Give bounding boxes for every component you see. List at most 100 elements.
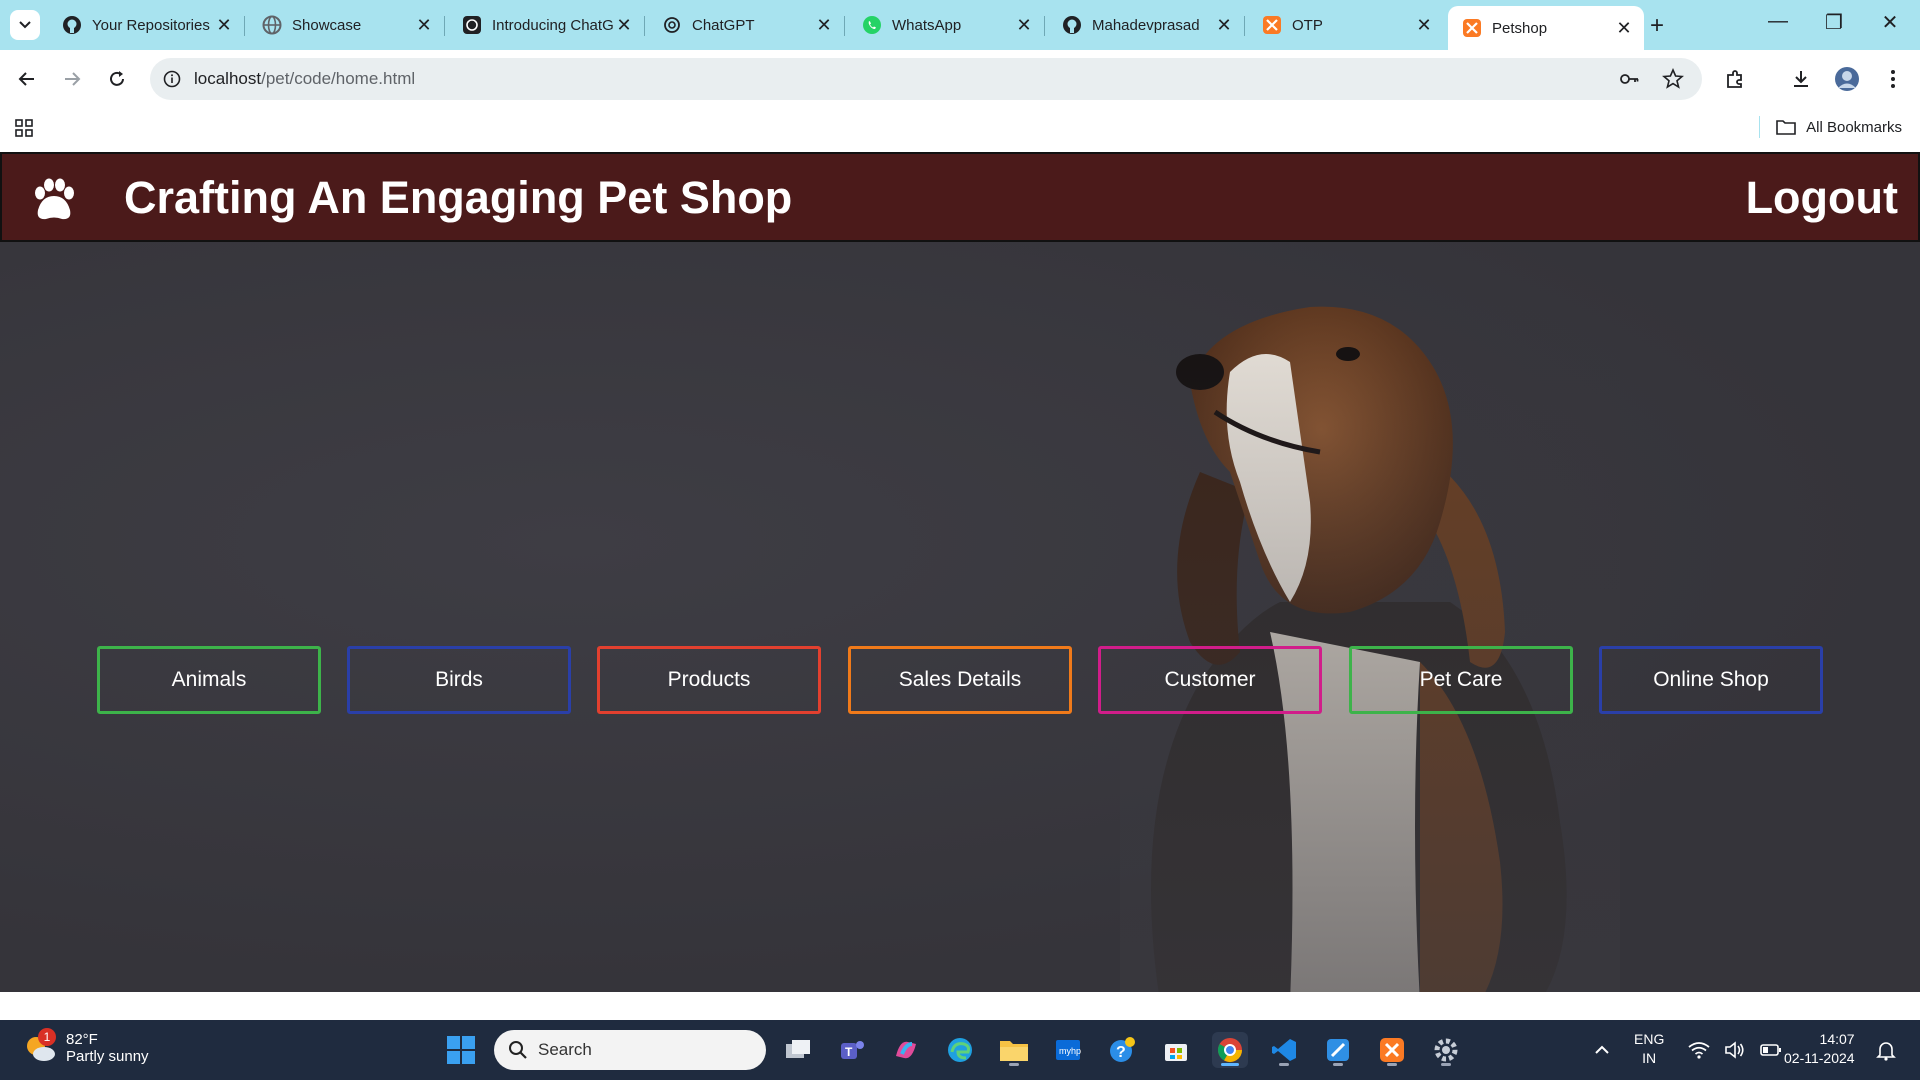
key-icon[interactable] [1618, 68, 1640, 95]
vscode-icon[interactable] [1266, 1032, 1302, 1068]
taskbar: 1 82°F Partly sunny Search T myhp ? ENG … [0, 1020, 1920, 1080]
all-bookmarks-label: All Bookmarks [1806, 118, 1902, 136]
close-icon[interactable]: ✕ [614, 15, 634, 36]
close-icon[interactable]: ✕ [1414, 15, 1434, 36]
tab-showcase[interactable]: Showcase ✕ [248, 8, 445, 42]
tab-otp[interactable]: OTP ✕ [1248, 8, 1444, 42]
quick-settings-button[interactable] [1680, 1032, 1790, 1068]
battery-icon [1760, 1044, 1781, 1056]
weather-temp: 82°F [66, 1031, 98, 1048]
minimize-button[interactable]: — [1758, 10, 1798, 33]
close-icon[interactable]: ✕ [214, 15, 234, 36]
microsoft-store-icon[interactable] [1158, 1032, 1194, 1068]
tab-introducing-chatgpt[interactable]: Introducing ChatGPT ✕ [448, 8, 645, 42]
paw-icon [35, 178, 74, 220]
chevron-up-icon [1595, 1045, 1609, 1054]
close-window-button[interactable]: ✕ [1870, 10, 1910, 35]
extensions-button[interactable] [1720, 64, 1750, 94]
logout-link[interactable]: Logout [1746, 172, 1898, 224]
language-code: ENG [1634, 1031, 1665, 1047]
taskbar-search[interactable]: Search [494, 1030, 766, 1070]
url-path: /pet/code/home.html [261, 69, 416, 88]
openai-icon [662, 15, 682, 35]
xampp-icon[interactable] [1374, 1032, 1410, 1068]
file-explorer-icon[interactable] [996, 1032, 1032, 1068]
myhp-icon[interactable]: myhp [1050, 1032, 1086, 1068]
reload-icon [110, 71, 124, 86]
all-bookmarks-button[interactable]: All Bookmarks [1776, 118, 1902, 136]
tab-chatgpt[interactable]: ChatGPT ✕ [648, 8, 845, 42]
nav-customer-button[interactable]: Customer [1098, 646, 1322, 714]
browser-menu-button[interactable] [1878, 64, 1908, 94]
close-icon[interactable]: ✕ [1214, 15, 1234, 36]
clock-date: 02-11-2024 [1784, 1050, 1855, 1066]
get-help-icon[interactable]: ? [1104, 1032, 1140, 1068]
xampp-icon [1262, 15, 1282, 35]
new-tab-button[interactable]: + [1650, 12, 1664, 40]
search-icon [509, 1041, 527, 1059]
svg-text:myhp: myhp [1059, 1046, 1081, 1056]
forward-button[interactable] [57, 64, 87, 94]
close-icon[interactable]: ✕ [1614, 18, 1634, 39]
tab-search-button[interactable] [10, 10, 40, 40]
bell-icon [1876, 1042, 1896, 1061]
tab-whatsapp[interactable]: WhatsApp ✕ [848, 8, 1045, 42]
svg-text:?: ? [1116, 1044, 1126, 1061]
nav-products-button[interactable]: Products [597, 646, 821, 714]
hero-section: Animals Birds Products Sales Details Cus… [0, 242, 1920, 992]
arrow-right-icon [65, 72, 81, 86]
restore-button[interactable]: ❐ [1814, 10, 1854, 35]
edge-icon[interactable] [942, 1032, 978, 1068]
page-viewport: Animals Birds Products Sales Details Cus… [0, 152, 1920, 992]
nav-online-shop-button[interactable]: Online Shop [1599, 646, 1823, 714]
downloads-button[interactable] [1786, 64, 1816, 94]
region-code: IN [1642, 1050, 1657, 1066]
tab-your-repositories[interactable]: Your Repositories ✕ [48, 8, 245, 42]
address-bar[interactable]: localhost/pet/code/home.html [150, 58, 1702, 100]
tab-petshop[interactable]: Petshop ✕ [1448, 6, 1644, 50]
settings-icon[interactable] [1428, 1032, 1464, 1068]
site-header: Crafting An Engaging Pet Shop Logout [0, 152, 1920, 242]
back-button[interactable] [12, 64, 42, 94]
partly-sunny-icon: 1 [22, 1028, 58, 1066]
close-icon[interactable]: ✕ [814, 15, 834, 36]
nav-pet-care-button[interactable]: Pet Care [1349, 646, 1573, 714]
paint-icon[interactable] [1320, 1032, 1356, 1068]
copilot-icon[interactable] [888, 1032, 924, 1068]
tab-mahadevprasad[interactable]: Mahadevprasad ✕ [1048, 8, 1245, 42]
nav-sales-details-button[interactable]: Sales Details [848, 646, 1072, 714]
system-clock[interactable]: 14:07 02-11-2024 [1784, 1030, 1855, 1068]
show-hidden-icons-button[interactable] [1584, 1032, 1620, 1068]
close-icon[interactable]: ✕ [414, 15, 434, 36]
apps-grid-icon[interactable] [14, 118, 34, 143]
nav-birds-button[interactable]: Birds [347, 646, 571, 714]
tab-title: OTP [1292, 16, 1323, 34]
task-view-icon[interactable] [780, 1032, 816, 1068]
info-icon[interactable] [150, 70, 194, 88]
input-language-indicator[interactable]: ENG IN [1634, 1030, 1664, 1068]
notifications-button[interactable] [1868, 1032, 1904, 1068]
teams-icon[interactable]: T [834, 1032, 870, 1068]
weather-widget[interactable]: 1 82°F Partly sunny [22, 1028, 149, 1066]
volume-icon [1725, 1041, 1744, 1059]
wifi-icon [1688, 1042, 1710, 1059]
tab-title: Your Repositories [92, 16, 210, 34]
star-icon[interactable] [1662, 67, 1684, 95]
start-button[interactable] [443, 1032, 479, 1068]
weather-desc: Partly sunny [66, 1048, 149, 1065]
chevron-down-icon [19, 21, 31, 29]
svg-text:T: T [845, 1045, 853, 1059]
nav-animals-button[interactable]: Animals [97, 646, 321, 714]
tab-title: Petshop [1492, 19, 1548, 37]
download-icon [1794, 71, 1808, 87]
tab-title: WhatsApp [892, 16, 962, 34]
github-icon [1062, 15, 1082, 35]
profile-avatar[interactable] [1832, 64, 1862, 94]
browser-toolbar: localhost/pet/code/home.html [0, 50, 1920, 108]
close-icon[interactable]: ✕ [1014, 15, 1034, 36]
arrow-left-icon [18, 72, 34, 86]
reload-button[interactable] [102, 64, 132, 94]
chrome-icon[interactable] [1212, 1032, 1248, 1068]
globe-icon [262, 15, 282, 35]
puzzle-icon [1727, 70, 1742, 88]
